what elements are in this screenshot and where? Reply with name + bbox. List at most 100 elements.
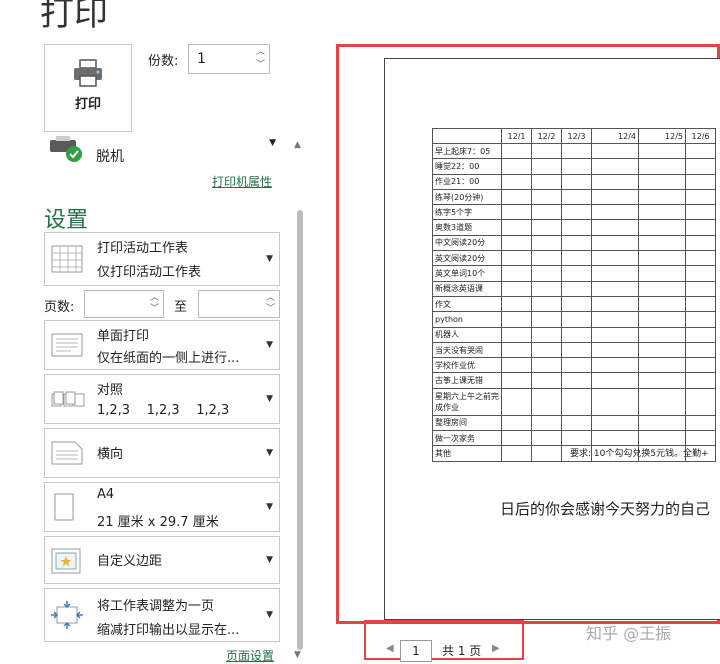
table-cell [561, 387, 592, 416]
table-cell [591, 387, 639, 416]
print-what-select[interactable]: 打印活动工作表 仅打印活动工作表 ▼ [44, 232, 280, 286]
table-row: 练琴(20分钟) [432, 188, 716, 206]
table-cell [531, 173, 562, 190]
print-button[interactable]: 打印 [44, 44, 132, 132]
row-label: 古筝上课无错 [432, 372, 502, 389]
chevron-down-icon: ▼ [266, 502, 273, 512]
pages-from-input[interactable]: ︿ ﹀ [84, 290, 164, 318]
table-row: 奥数3道题 [432, 219, 716, 236]
printer-status: 脱机 [96, 149, 124, 165]
table-row: 当天没有哭闹 [432, 341, 716, 359]
row-label: 学校作业优 [432, 357, 502, 374]
table-cell [685, 414, 716, 432]
pages-to-input[interactable]: ︿ ﹀ [198, 290, 280, 318]
prev-page-button[interactable]: ◀ [386, 643, 394, 654]
table-cell [685, 372, 716, 389]
orientation-select[interactable]: 横向 ▼ [44, 428, 280, 478]
table-cell [531, 250, 562, 267]
printer-properties-link[interactable]: 打印机属性 [212, 173, 272, 190]
table-cell [685, 173, 716, 190]
scroll-down-arrow[interactable]: ▼ [294, 650, 301, 660]
landscape-icon [51, 441, 83, 465]
table-row: 机器人 [432, 326, 716, 343]
table-cell [531, 430, 562, 447]
printer-select[interactable]: 脱机 ▼ [44, 134, 280, 166]
custom-margins-icon [51, 548, 81, 574]
chevron-down-icon: ▼ [266, 394, 273, 404]
table-cell [561, 280, 592, 297]
table-cell [531, 219, 562, 236]
table-cell [501, 234, 532, 252]
table-cell [638, 173, 686, 190]
chevron-up-icon[interactable]: ︿ [266, 294, 275, 303]
next-page-button[interactable]: ▶ [492, 643, 500, 654]
chevron-down-icon[interactable]: ﹀ [266, 305, 275, 314]
fit-to-page-icon [51, 601, 83, 629]
pages-to-label: 至 [174, 300, 188, 315]
table-cell [531, 280, 562, 297]
table-cell [685, 265, 716, 282]
table-header-cell: 12/1 [501, 128, 532, 144]
table-cell [531, 204, 562, 221]
table-cell [591, 188, 639, 206]
table-row: 星期六上午之前完成作业 [432, 387, 716, 416]
table-cell [561, 142, 592, 160]
collate-select[interactable]: 对照 1,2,3 1,2,3 1,2,3 ▼ [44, 374, 280, 424]
table-cell [638, 158, 686, 175]
table-row: 早上起床7：05 [432, 142, 716, 160]
table-row: 做一次家务 [432, 430, 716, 447]
table-cell [591, 414, 639, 432]
table-cell [591, 311, 639, 328]
row-label: 睡觉22：00 [432, 158, 502, 175]
table-cell [531, 158, 562, 175]
chevron-down-icon: ▼ [266, 555, 273, 565]
row-label: 练琴(20分钟) [432, 188, 502, 206]
chevron-down-icon: ▼ [266, 448, 273, 458]
table-cell [638, 372, 686, 389]
option-line1: 打印活动工作表 [97, 241, 189, 256]
table-cell [501, 219, 532, 236]
table-row: 中文阅读20分 [432, 234, 716, 252]
scrollbar-thumb[interactable] [297, 210, 303, 650]
chevron-down-icon[interactable]: ﹀ [150, 305, 159, 314]
sides-select[interactable]: 单面打印 仅在纸面的一侧上进行... ▼ [44, 320, 280, 370]
table-cell [638, 265, 686, 282]
option-line1: 自定义边距 [97, 554, 163, 569]
table-cell [638, 357, 686, 374]
table-cell [591, 250, 639, 267]
table-cell [501, 250, 532, 267]
table-cell [561, 158, 592, 175]
table-cell [591, 173, 639, 190]
table-cell [591, 430, 639, 447]
table-row: 练字5个字 [432, 204, 716, 221]
margins-select[interactable]: 自定义边距 ▼ [44, 536, 280, 584]
scroll-up-arrow[interactable]: ▲ [294, 140, 301, 150]
table-row: 作文 [432, 295, 716, 313]
table-cell [685, 311, 716, 328]
table-row: python [432, 311, 716, 328]
scaling-select[interactable]: 将工作表调整为一页 缩减打印输出以显示在... ▼ [44, 588, 280, 642]
chevron-up-icon[interactable]: ︿ [256, 48, 265, 57]
copies-stepper[interactable]: 1 ︿ ﹀ [188, 44, 270, 74]
chevron-up-icon[interactable]: ︿ [150, 294, 159, 303]
table-header-cell [432, 128, 502, 144]
option-line1: A4 [97, 487, 115, 502]
table-cell [531, 326, 562, 343]
preview-motto: 日后的你会感谢今天努力的自己 [500, 500, 711, 518]
preview-requirement: 要求: 10个勾勾兑换5元钱。全勤+ [570, 449, 709, 459]
row-label: 作业21：00 [432, 173, 502, 190]
table-cell [591, 234, 639, 252]
chevron-down-icon[interactable]: ﹀ [256, 61, 265, 70]
table-cell [591, 204, 639, 221]
table-cell [531, 372, 562, 389]
table-cell [531, 234, 562, 252]
table-header-cell: 12/4 [591, 128, 639, 144]
paper-size-select[interactable]: A4 21 厘米 x 29.7 厘米 ▼ [44, 482, 280, 532]
page-setup-link[interactable]: 页面设置 [226, 647, 274, 664]
single-sided-icon [51, 333, 83, 357]
table-cell [685, 387, 716, 416]
current-page-input[interactable]: 1 [400, 640, 432, 662]
row-label: 中文阅读20分 [432, 234, 502, 252]
table-cell [561, 341, 592, 359]
table-cell [561, 295, 592, 313]
